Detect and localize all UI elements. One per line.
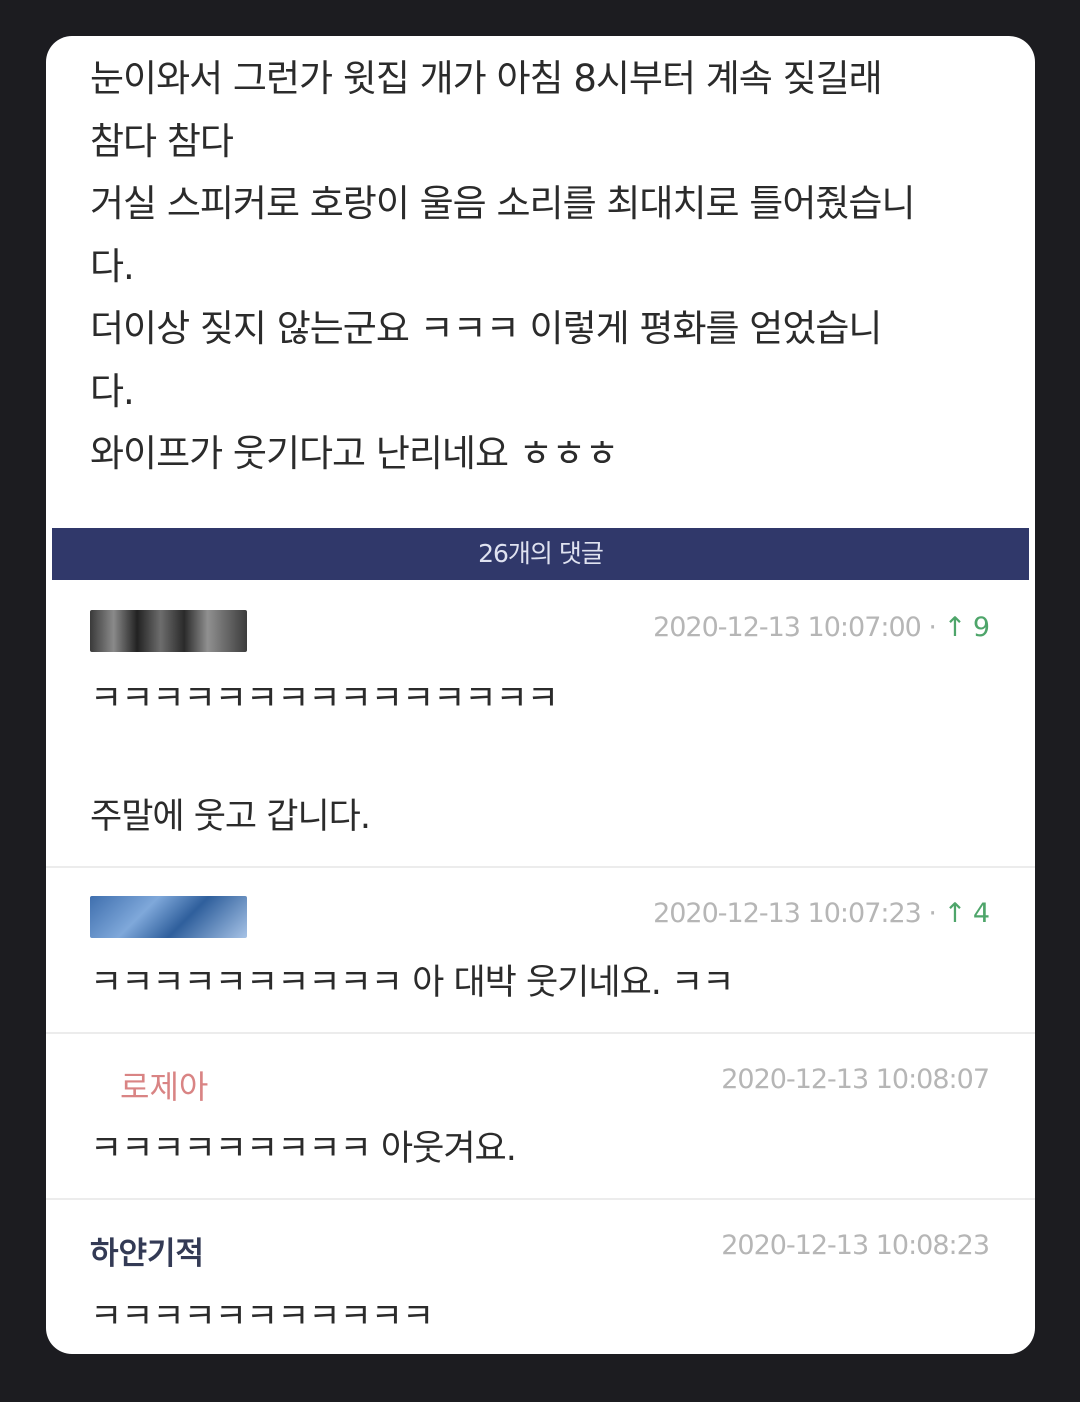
comment-item: 로제아 2020-12-13 10:08:07 ㅋㅋㅋㅋㅋㅋㅋㅋㅋ 아웃겨요. [46,1034,1035,1200]
post-line: 참다 참다 [90,119,234,163]
author-avatar[interactable] [90,610,247,652]
post-line: 다. [90,369,135,413]
post-line: 더이상 짖지 않는군요 ㅋㅋㅋ 이렇게 평화를 얻었습니 [90,307,882,350]
meta-separator: · [928,612,944,643]
comment-text: ㅋㅋㅋㅋㅋㅋㅋㅋㅋㅋㅋㅋㅋㅋㅋ [90,679,559,719]
comment-text: 주말에 웃고 갑니다. [90,797,371,837]
author-name[interactable]: 로제아 [120,1062,208,1108]
comment-meta: 2020-12-13 10:07:00 · ↑ 9 [653,612,990,643]
comment-timestamp: 2020-12-13 10:08:07 [721,1064,990,1095]
arrow-up-icon[interactable]: ↑ [944,898,967,929]
comment-text: ㅋㅋㅋㅋㅋㅋㅋㅋㅋㅋ 아 대박 웃기네요. ㅋㅋ [90,963,734,1003]
upvote-count: 4 [972,898,990,929]
arrow-up-icon[interactable]: ↑ [944,612,967,643]
comment-item: 하얀기적 2020-12-13 10:08:23 ㅋㅋㅋㅋㅋㅋㅋㅋㅋㅋㅋ [46,1200,1035,1354]
comments-header[interactable]: 26개의 댓글 [52,528,1029,580]
comment-item: 2020-12-13 10:07:00 · ↑ 9 ㅋㅋㅋㅋㅋㅋㅋㅋㅋㅋㅋㅋㅋㅋ… [46,582,1035,868]
comment-timestamp: 2020-12-13 10:07:00 [653,612,922,643]
comment-item: 2020-12-13 10:07:23 · ↑ 4 ㅋㅋㅋㅋㅋㅋㅋㅋㅋㅋ 아 대… [46,868,1035,1034]
comment-text: ㅋㅋㅋㅋㅋㅋㅋㅋㅋㅋㅋ [90,1297,434,1337]
comment-timestamp: 2020-12-13 10:07:23 [653,898,922,929]
post-line: 눈이와서 그런가 윗집 개가 아침 8시부터 계속 짖길래 [90,57,883,100]
post-card: 눈이와서 그런가 윗집 개가 아침 8시부터 계속 짖길래 참다 참다 거실 스… [46,36,1035,1354]
post-line: 와이프가 웃기다고 난리네요 ㅎㅎㅎ [90,432,619,475]
post-line: 다. [90,244,135,288]
author-name[interactable]: 하얀기적 [90,1228,204,1273]
author-avatar[interactable] [90,896,247,938]
upvote-count: 9 [972,612,990,643]
post-line: 거실 스피커로 호랑이 울음 소리를 최대치로 틀어줬습니 [90,182,916,225]
comment-text: ㅋㅋㅋㅋㅋㅋㅋㅋㅋ 아웃겨요. [90,1129,517,1169]
comment-meta: 2020-12-13 10:07:23 · ↑ 4 [653,898,990,929]
meta-separator: · [928,898,944,929]
comment-timestamp: 2020-12-13 10:08:23 [721,1230,990,1261]
post-body: 눈이와서 그런가 윗집 개가 아침 8시부터 계속 짖길래 참다 참다 거실 스… [90,48,1010,486]
